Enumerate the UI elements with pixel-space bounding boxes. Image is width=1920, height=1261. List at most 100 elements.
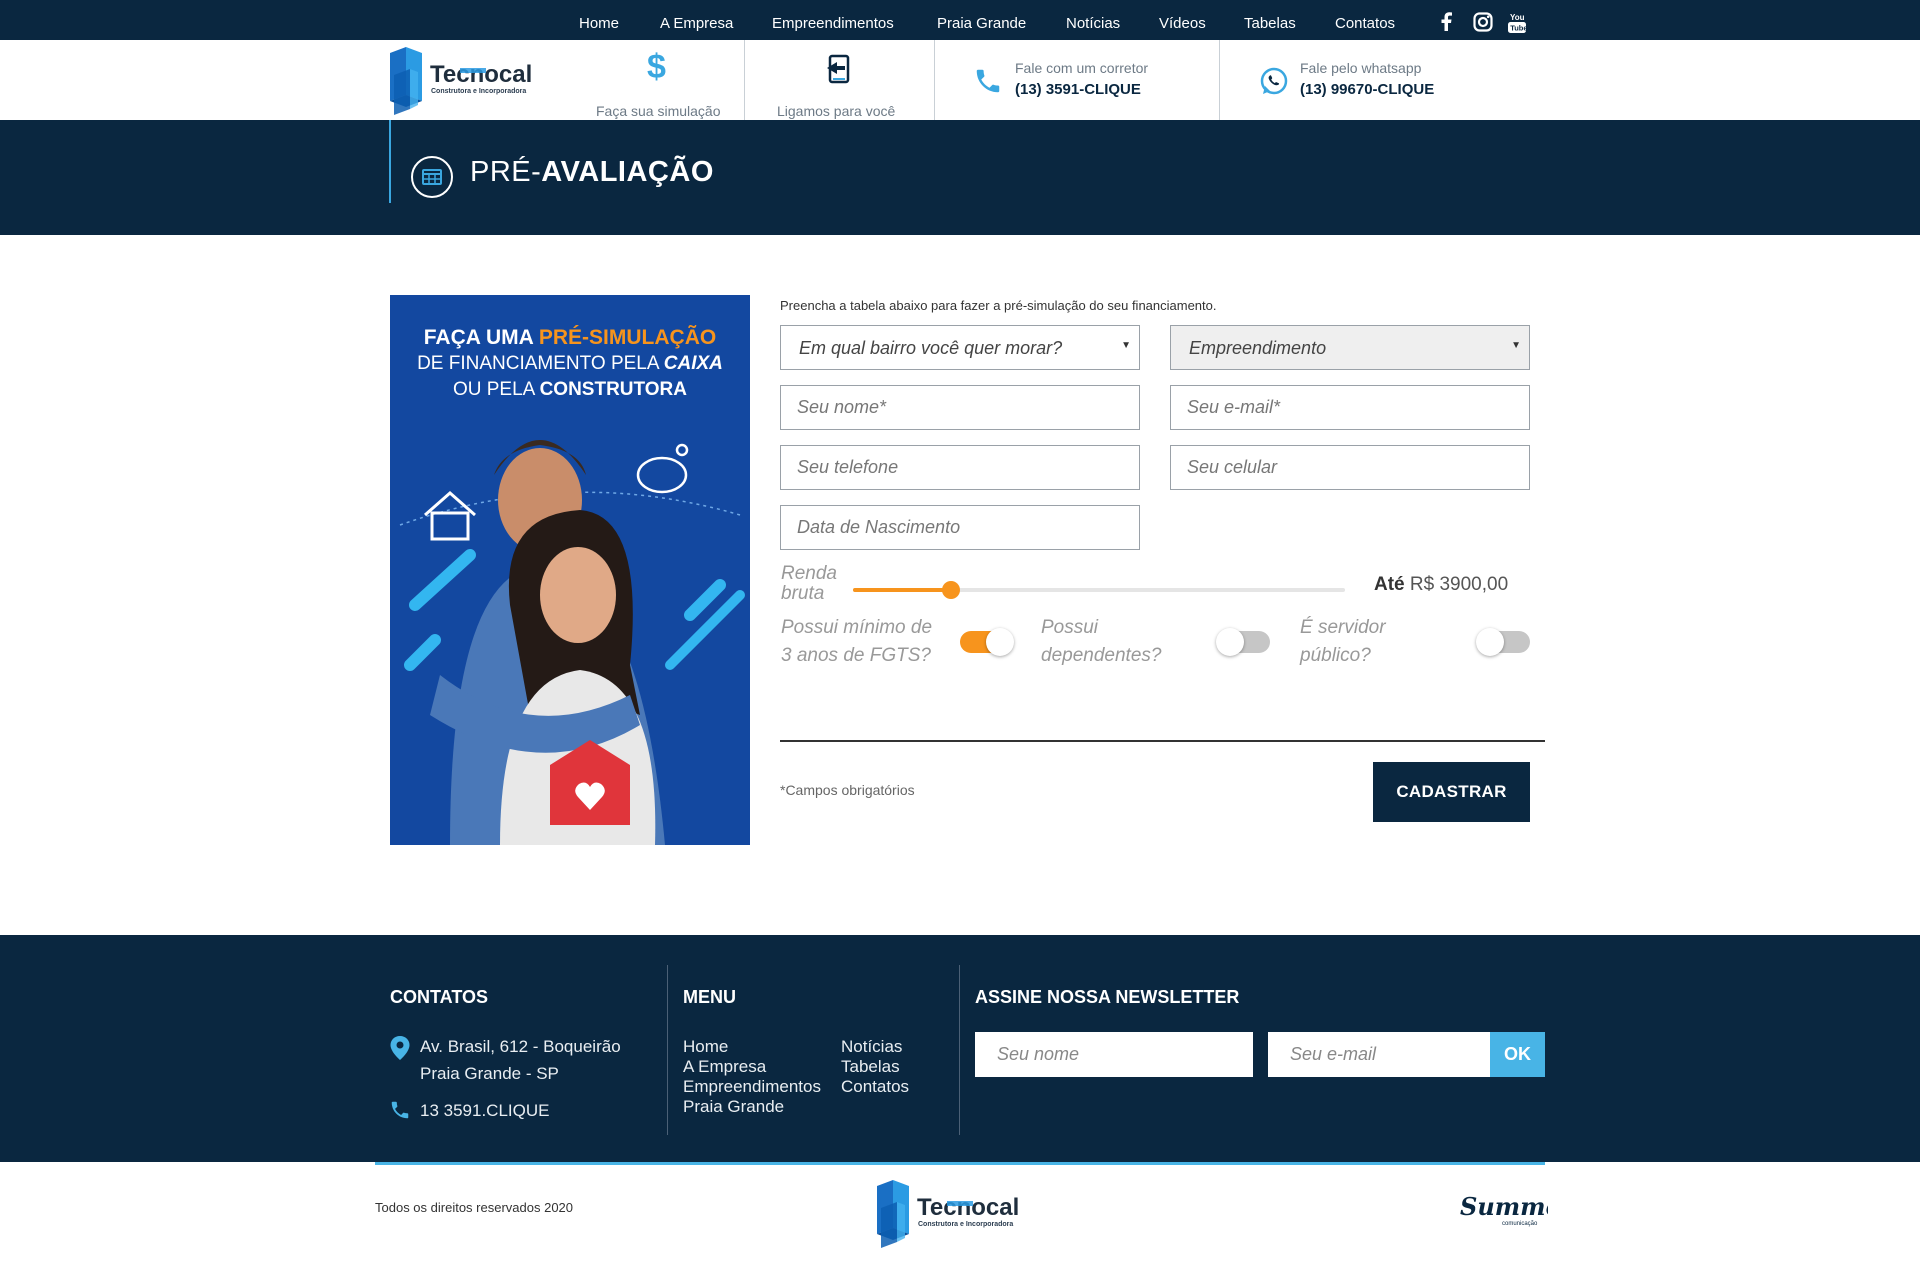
renda-slider[interactable]	[853, 581, 1345, 599]
couple-illustration	[399, 440, 745, 845]
servidor-toggle[interactable]	[1476, 628, 1530, 656]
whatsapp-contact[interactable]: Fale pelo whatsapp (13) 99670-CLIQUE	[1259, 60, 1479, 105]
header-divider	[934, 40, 935, 120]
footer-accent-line	[375, 1162, 1545, 1165]
house-doodle-icon	[424, 491, 476, 541]
agency-logo[interactable]: Summer comunicação	[1458, 1190, 1576, 1230]
fgts-label: Possui mínimo de 3 anos de FGTS?	[781, 617, 933, 666]
corretor-phone: (13) 3591-CLIQUE	[1015, 81, 1141, 98]
footer-menu-tabelas[interactable]: Tabelas	[841, 1057, 900, 1077]
header-bar: Tecnocal Construtora e Incorporadora $ F…	[0, 40, 1920, 120]
footer-menu-a-empresa[interactable]: A Empresa	[683, 1057, 766, 1077]
footer-menu-praia-grande[interactable]: Praia Grande	[683, 1097, 784, 1117]
toggle-knob	[1216, 628, 1244, 656]
empreendimento-select[interactable]: Empreendimento ▼	[1170, 325, 1530, 370]
promo-image: FAÇA UMA PRÉ-SIMULAÇÃO DE FINANCIAMENTO …	[390, 295, 750, 845]
nav-contatos[interactable]: Contatos	[1335, 15, 1395, 32]
phone-icon	[973, 66, 1003, 101]
ligamos-label: Ligamos para você	[777, 103, 896, 119]
mobile-field[interactable]	[1170, 445, 1530, 490]
footer-phone: 13 3591.CLIQUE	[420, 1101, 550, 1120]
corretor-label: Fale com um corretor	[1015, 60, 1149, 76]
form-divider	[780, 740, 1545, 742]
birthdate-field[interactable]	[780, 505, 1140, 550]
simulacao-link[interactable]: $ Faça sua simulação	[596, 48, 726, 119]
logo-subtitle: Construtora e Incorporadora	[918, 1221, 1013, 1228]
ligamos-link[interactable]: Ligamos para você	[775, 54, 915, 119]
footer-divider	[959, 965, 960, 1135]
dependentes-toggle[interactable]	[1216, 628, 1270, 656]
footer-menu-noticias[interactable]: Notícias	[841, 1037, 902, 1057]
footer-newsletter-title: ASSINE NOSSA NEWSLETTER	[975, 987, 1240, 1007]
dollar-icon: $	[647, 48, 666, 86]
nav-noticias[interactable]: Notícias	[1066, 15, 1120, 32]
header-divider	[1219, 40, 1220, 120]
svg-text:comunicação: comunicação	[1502, 1221, 1538, 1227]
top-navigation-bar: Home A Empresa Empreendimentos Praia Gra…	[0, 0, 1920, 40]
footer-contatos-title: CONTATOS	[390, 987, 488, 1007]
footer-divider	[667, 965, 668, 1135]
phone-callback-icon	[825, 54, 853, 89]
name-field[interactable]	[780, 385, 1140, 430]
toggle-knob	[986, 628, 1014, 656]
footer-logo[interactable]: Tecnocal Construtora e Incorporadora	[875, 1178, 1050, 1248]
svg-text:Tube: Tube	[1510, 24, 1527, 33]
newsletter-email-input[interactable]	[1268, 1032, 1490, 1077]
fgts-toggle[interactable]	[960, 628, 1014, 656]
submit-button[interactable]: CADASTRAR	[1373, 762, 1530, 822]
svg-text:You: You	[1510, 13, 1525, 22]
promo-headline-3: OU PELA CONSTRUTORA	[452, 379, 688, 400]
nav-empreendimentos[interactable]: Empreendimentos	[772, 15, 894, 32]
location-pin-icon	[389, 1035, 411, 1066]
footer-menu-empreendimentos[interactable]: Empreendimentos	[683, 1077, 821, 1097]
svg-text:Summer: Summer	[1460, 1192, 1548, 1221]
footer-menu-home[interactable]: Home	[683, 1037, 728, 1057]
form-intro: Preencha a tabela abaixo para fazer a pr…	[780, 298, 1217, 313]
renda-value: Até R$ 3900,00	[1374, 574, 1509, 595]
logo-text: Tecnocal	[430, 61, 532, 88]
footer-menu-title: MENU	[683, 987, 736, 1007]
renda-slider-handle[interactable]	[942, 581, 961, 599]
footer-address-2: Praia Grande - SP	[420, 1064, 559, 1083]
page-title: PRÉ-AVALIAÇÃO	[470, 156, 714, 188]
bairro-select[interactable]: Em qual bairro você quer morar? ▼	[780, 325, 1140, 370]
nav-videos[interactable]: Vídeos	[1159, 15, 1206, 32]
email-field[interactable]	[1170, 385, 1530, 430]
nav-tabelas[interactable]: Tabelas	[1244, 15, 1296, 32]
instagram-icon[interactable]	[1473, 12, 1493, 37]
required-note: *Campos obrigatórios	[780, 782, 915, 798]
caret-down-icon: ▼	[1121, 340, 1131, 351]
page-banner: PRÉ-AVALIAÇÃO	[0, 120, 1920, 235]
whatsapp-label: Fale pelo whatsapp	[1300, 60, 1422, 76]
banner-accent-line	[389, 120, 391, 203]
footer: CONTATOS Av. Brasil, 612 - Boqueirão Pra…	[0, 935, 1920, 1162]
servidor-label: É servidor público?	[1300, 617, 1386, 666]
dependentes-label: Possui dependentes?	[1041, 617, 1162, 666]
footer-address-1: Av. Brasil, 612 - Boqueirão	[420, 1037, 621, 1056]
piggy-bank-doodle-icon	[636, 443, 689, 494]
whatsapp-icon	[1259, 66, 1289, 101]
whatsapp-phone: (13) 99670-CLIQUE	[1300, 81, 1435, 98]
renda-label: Renda bruta	[781, 563, 837, 604]
calculator-table-icon	[410, 155, 454, 204]
logo[interactable]: Tecnocal Construtora e Incorporadora	[388, 45, 563, 115]
header-divider	[744, 40, 745, 120]
nav-a-empresa[interactable]: A Empresa	[660, 15, 733, 32]
youtube-icon[interactable]: You Tube	[1507, 12, 1528, 39]
simulacao-label: Faça sua simulação	[596, 103, 721, 119]
facebook-icon[interactable]	[1440, 12, 1452, 36]
nav-praia-grande[interactable]: Praia Grande	[937, 15, 1026, 32]
phone-icon	[389, 1099, 411, 1126]
newsletter-ok-button[interactable]: OK	[1490, 1032, 1545, 1077]
newsletter-name-input[interactable]	[975, 1032, 1253, 1077]
nav-home[interactable]: Home	[579, 15, 619, 32]
caret-down-icon: ▼	[1511, 340, 1521, 351]
phone-field[interactable]	[780, 445, 1140, 490]
promo-headline-2: DE FINANCIAMENTO PELA CAIXA	[417, 353, 723, 374]
toggle-knob	[1476, 628, 1504, 656]
footer-menu-contatos[interactable]: Contatos	[841, 1077, 909, 1097]
logo-subtitle: Construtora e Incorporadora	[431, 88, 526, 95]
copyright: Todos os direitos reservados 2020	[375, 1200, 574, 1215]
corretor-contact[interactable]: Fale com um corretor (13) 3591-CLIQUE	[973, 60, 1193, 105]
renda-slider-fill	[853, 588, 952, 592]
